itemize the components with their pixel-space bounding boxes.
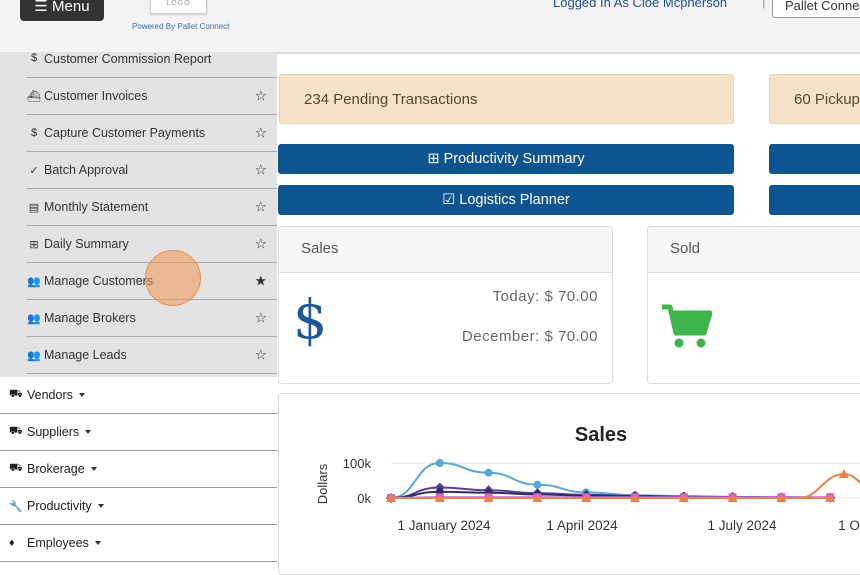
chart-x-tick: 1 January 2024: [397, 518, 491, 533]
pending-transactions-alert[interactable]: 234 Pending Transactions: [279, 74, 734, 124]
users-icon: 👥: [27, 275, 41, 288]
sidebar-item-manage-leads[interactable]: 👥 Manage Leads ☆: [27, 337, 277, 374]
favorite-star-icon[interactable]: ☆: [254, 236, 267, 253]
dollar-icon: $: [30, 52, 38, 64]
chart-point: [533, 480, 542, 489]
truck-icon: ⛟: [9, 425, 23, 437]
right-bottom-button[interactable]: [769, 185, 860, 215]
sidebar-item-customer-commission-report[interactable]: $ Customer Commission Report: [27, 52, 277, 78]
sidebar-menu-vendors[interactable]: ⛟ Vendors: [0, 377, 277, 414]
sales-today: Today: $ 70.00: [492, 288, 598, 305]
truck-icon: ⛟: [9, 388, 23, 400]
dollar-icon: $: [293, 288, 328, 351]
sidebar-menu-label: Suppliers: [27, 425, 80, 439]
caret-down-icon: [78, 393, 85, 397]
sales-card-title: Sales: [279, 227, 612, 273]
sidebar-item-batch-approval[interactable]: ✓ Batch Approval ☆: [27, 152, 277, 189]
sidebar-menu-label: Productivity: [27, 499, 92, 513]
favorite-star-icon[interactable]: ☆: [254, 347, 267, 364]
caret-down-icon: [85, 430, 92, 434]
menu-label: Menu: [52, 0, 90, 15]
person-icon: ♦: [9, 537, 15, 549]
sidebar-menu-label: Employees: [27, 536, 89, 550]
chart-y-label: Dollars: [315, 463, 330, 504]
check-icon: ✓: [29, 164, 39, 177]
sidebar-item-label: Customer Invoices: [44, 89, 148, 103]
sidebar-menu-label: Brokerage: [27, 462, 85, 476]
sidebar-item-label: Daily Summary: [44, 237, 129, 251]
sales-month: December: $ 70.00: [461, 328, 598, 345]
chart-title: Sales: [575, 424, 627, 446]
sidebar-menu-productivity[interactable]: 🔧 Productivity: [0, 488, 277, 525]
favorite-star-icon[interactable]: ★: [254, 273, 267, 290]
chart-x-tick: 1 April 2024: [546, 518, 618, 533]
favorite-star-icon[interactable]: ☆: [254, 88, 267, 105]
caret-down-icon: [97, 504, 104, 508]
sidebar-item-manage-brokers[interactable]: 👥 Manage Brokers ☆: [27, 300, 277, 337]
ship-icon: ⛴: [27, 90, 41, 103]
sold-card-title: Sold: [648, 227, 860, 273]
caret-down-icon: [90, 467, 97, 471]
sidebar-item-capture-customer-payments[interactable]: $ Capture Customer Payments ☆: [27, 115, 277, 152]
sidebar-item-customer-invoices[interactable]: ⛴ Customer Invoices ☆: [27, 78, 277, 115]
sidebar-item-label: Monthly Statement: [44, 200, 149, 214]
favorite-star-icon[interactable]: ☆: [254, 199, 267, 216]
productivity-summary-button[interactable]: ⊞ Productivity Summary: [278, 144, 734, 174]
sidebar-item-label: Manage Customers: [44, 274, 154, 288]
logistics-planner-button[interactable]: ☑ Logistics Planner: [278, 185, 734, 215]
sales-chart: Sales Dollars 100k 0k 1 January 2024 1 April …: [315, 424, 860, 533]
sidebar-item-label: Manage Brokers: [44, 311, 136, 325]
chart-x-tick: 1 July 2024: [707, 518, 777, 533]
sidebar-main-menu: ⛟ Vendors ⛟ Suppliers ⛟ Brokerage 🔧 Productivit…: [0, 377, 277, 562]
sidebar-item-label: Capture Customer Payments: [44, 126, 206, 140]
list-icon: ▤: [28, 201, 40, 214]
users-icon: 👥: [27, 349, 41, 362]
cart-icon: [662, 304, 712, 348]
sidebar-submenu: $ Customer Commission Report ⛴ Customer Inv…: [27, 52, 277, 374]
wrench-icon: 🔧: [9, 500, 23, 513]
company-button[interactable]: Pallet Conne: [772, 0, 860, 18]
sidebar-menu-brokerage[interactable]: ⛟ Brokerage: [0, 451, 277, 488]
sales-card: Sales $ Today: $ 70.00 December: $ 70.00: [278, 226, 613, 384]
sold-card: Sold: [647, 226, 860, 384]
chart-point: [484, 468, 493, 477]
click-indicator: [145, 250, 201, 306]
chart-point: [435, 459, 444, 467]
sidebar-item-label: Manage Leads: [44, 348, 127, 362]
sidebar-menu-label: Vendors: [27, 388, 73, 402]
chart-y-tick: 0k: [357, 491, 371, 506]
hamburger-icon: ☰: [34, 0, 53, 15]
pickup-alert[interactable]: 60 Pickup: [769, 74, 860, 124]
header-separator: |: [762, 0, 766, 9]
truck-icon: ⛟: [9, 462, 23, 474]
caret-down-icon: [94, 541, 101, 545]
sidebar-menu-suppliers[interactable]: ⛟ Suppliers: [0, 414, 277, 451]
logo: LOGO: [150, 0, 207, 14]
sales-chart-card: Sales Dollars 100k 0k 1 January 2024 1 April …: [278, 393, 860, 575]
table-icon: ⊞: [29, 238, 39, 251]
users-icon: 👥: [27, 312, 41, 325]
sidebar-item-label: Customer Commission Report: [44, 52, 212, 66]
favorite-star-icon[interactable]: ☆: [254, 310, 267, 327]
chart-x-tick: 1 O: [838, 518, 860, 533]
sidebar-item-monthly-statement[interactable]: ▤ Monthly Statement ☆: [27, 189, 277, 226]
logged-in-link[interactable]: Logged In As Cloe Mcpherson: [553, 0, 727, 10]
favorite-star-icon[interactable]: ☆: [254, 125, 267, 142]
sidebar-item-label: Batch Approval: [44, 163, 129, 177]
menu-button[interactable]: ☰ Menu: [20, 0, 104, 21]
sidebar: $ Customer Commission Report ⛴ Customer Inv…: [0, 52, 277, 562]
favorite-star-icon[interactable]: ☆: [254, 162, 267, 179]
top-bar: ☰ Menu LOGO Powered By Pallet Connect Lo…: [0, 0, 860, 54]
chart-y-tick: 100k: [343, 456, 372, 471]
right-top-button[interactable]: [769, 144, 860, 174]
powered-by-text: Powered By Pallet Connect: [132, 22, 230, 31]
sidebar-menu-employees[interactable]: ♦ Employees: [0, 525, 277, 562]
dollar-icon: $: [30, 127, 38, 139]
